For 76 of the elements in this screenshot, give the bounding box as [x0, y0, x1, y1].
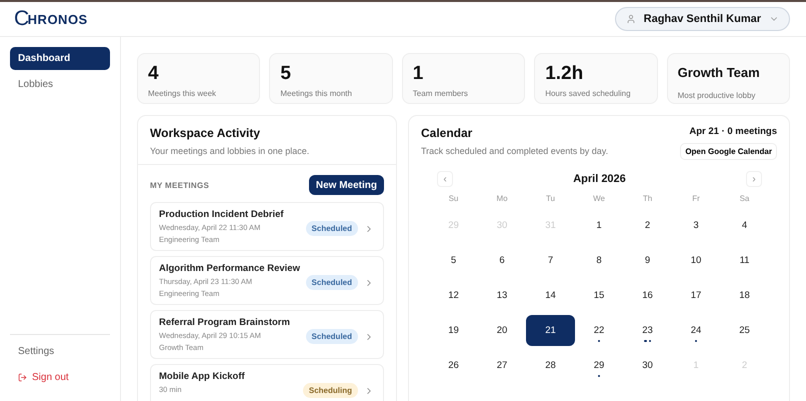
stat-value: 5 [280, 63, 292, 85]
stat-label: Team members [412, 89, 469, 98]
calendar-day[interactable]: 1 [574, 210, 624, 241]
calendar-day[interactable]: 10 [672, 245, 720, 276]
weekday-label: Mo [495, 194, 509, 205]
day-summary: Apr 21 · 0 meetings [689, 126, 777, 137]
calendar-day[interactable]: 26 [429, 350, 478, 381]
new-meeting-button[interactable]: New Meeting [308, 175, 384, 195]
calendar-day[interactable]: 24 [672, 315, 720, 346]
calendar-day[interactable]: 16 [623, 280, 672, 311]
calendar-day[interactable]: 11 [720, 245, 769, 276]
google-calendar-button[interactable]: Open Google Calendar [680, 143, 777, 160]
calendar-day[interactable]: 13 [478, 280, 526, 311]
brand-logo: CHRONOS [14, 7, 88, 31]
panel-subtitle: Your meetings and lobbies in one place. [150, 146, 310, 156]
stat-label: Meetings this week [148, 89, 218, 98]
calendar-day[interactable]: 15 [574, 280, 624, 311]
weekday-label: Su [448, 194, 460, 205]
calendar-day[interactable]: 9 [623, 245, 672, 276]
weekday-label: Tu [544, 194, 556, 205]
event-dots-icon [598, 374, 600, 377]
event-dots-icon [694, 340, 698, 342]
calendar-day[interactable]: 3 [672, 210, 720, 241]
calendar-day[interactable]: 8 [574, 245, 624, 276]
stat-value: Growth Team [678, 64, 761, 82]
status-badge: Scheduled [306, 221, 358, 236]
month-title: April 2026 [573, 173, 626, 185]
status-badge: Scheduling [302, 383, 358, 398]
status-badge: Scheduled [306, 275, 358, 290]
event-dots-icon [598, 340, 600, 342]
calendar-day[interactable]: 20 [478, 315, 526, 346]
weekday-label: Fr [691, 194, 701, 205]
weekday-label: Th [642, 194, 654, 205]
settings-link[interactable]: Settings [10, 341, 110, 361]
calendar-day[interactable]: 22 [574, 315, 624, 346]
sidebar-item[interactable]: Dashboard [10, 47, 110, 70]
calendar-day[interactable]: 7 [526, 245, 575, 276]
panel-subtitle: Track scheduled and completed events by day. [421, 146, 608, 156]
calendar-day[interactable]: 18 [720, 280, 769, 311]
calendar-day[interactable]: 23 [623, 315, 672, 346]
stat-value: 1.2h [545, 63, 584, 85]
sidebar-item[interactable]: Lobbies [10, 73, 110, 96]
section-label: MY MEETINGS [150, 180, 210, 190]
meeting-title: Referral Program Brainstorm [159, 317, 290, 328]
status-badge: Scheduled [306, 329, 358, 344]
panel-title: Calendar [421, 126, 474, 140]
stat-value: 4 [148, 63, 160, 85]
calendar-day[interactable]: 19 [429, 315, 478, 346]
stat-label: Most productive lobby [678, 91, 756, 100]
calendar-day[interactable]: 29 [574, 350, 624, 381]
calendar-day[interactable]: 17 [672, 280, 720, 311]
calendar-day[interactable]: 27 [478, 350, 526, 381]
calendar-day[interactable]: 28 [526, 350, 575, 381]
meeting-title: Algorithm Performance Review [159, 263, 300, 274]
weekday-label: Sa [738, 194, 750, 205]
logout-icon [18, 372, 27, 382]
calendar-day[interactable]: 12 [429, 280, 478, 311]
user-menu-button[interactable]: Raghav Senthil Kumar [614, 7, 790, 31]
calendar-day[interactable]: 5 [429, 245, 478, 276]
weekday-label: We [592, 194, 606, 205]
calendar-day[interactable]: 2 [623, 210, 672, 241]
calendar-day[interactable]: 25 [720, 315, 769, 346]
calendar-day[interactable]: 4 [720, 210, 769, 241]
panel-title: Workspace Activity [150, 126, 262, 140]
stat-label: Hours saved scheduling [545, 89, 632, 98]
user-icon [626, 14, 636, 24]
calendar-day[interactable]: 21 [526, 315, 575, 346]
calendar-day[interactable]: 6 [478, 245, 526, 276]
calendar-day[interactable]: 14 [526, 280, 575, 311]
calendar-day[interactable]: 30 [623, 350, 672, 381]
stat-label: Meetings this month [280, 89, 353, 98]
meeting-title: Production Incident Debrief [159, 209, 284, 220]
sign-out-link[interactable]: Sign out [10, 367, 110, 387]
event-dots-icon [644, 340, 651, 342]
stat-value: 1 [412, 63, 424, 85]
meeting-title: Mobile App Kickoff [159, 371, 245, 382]
